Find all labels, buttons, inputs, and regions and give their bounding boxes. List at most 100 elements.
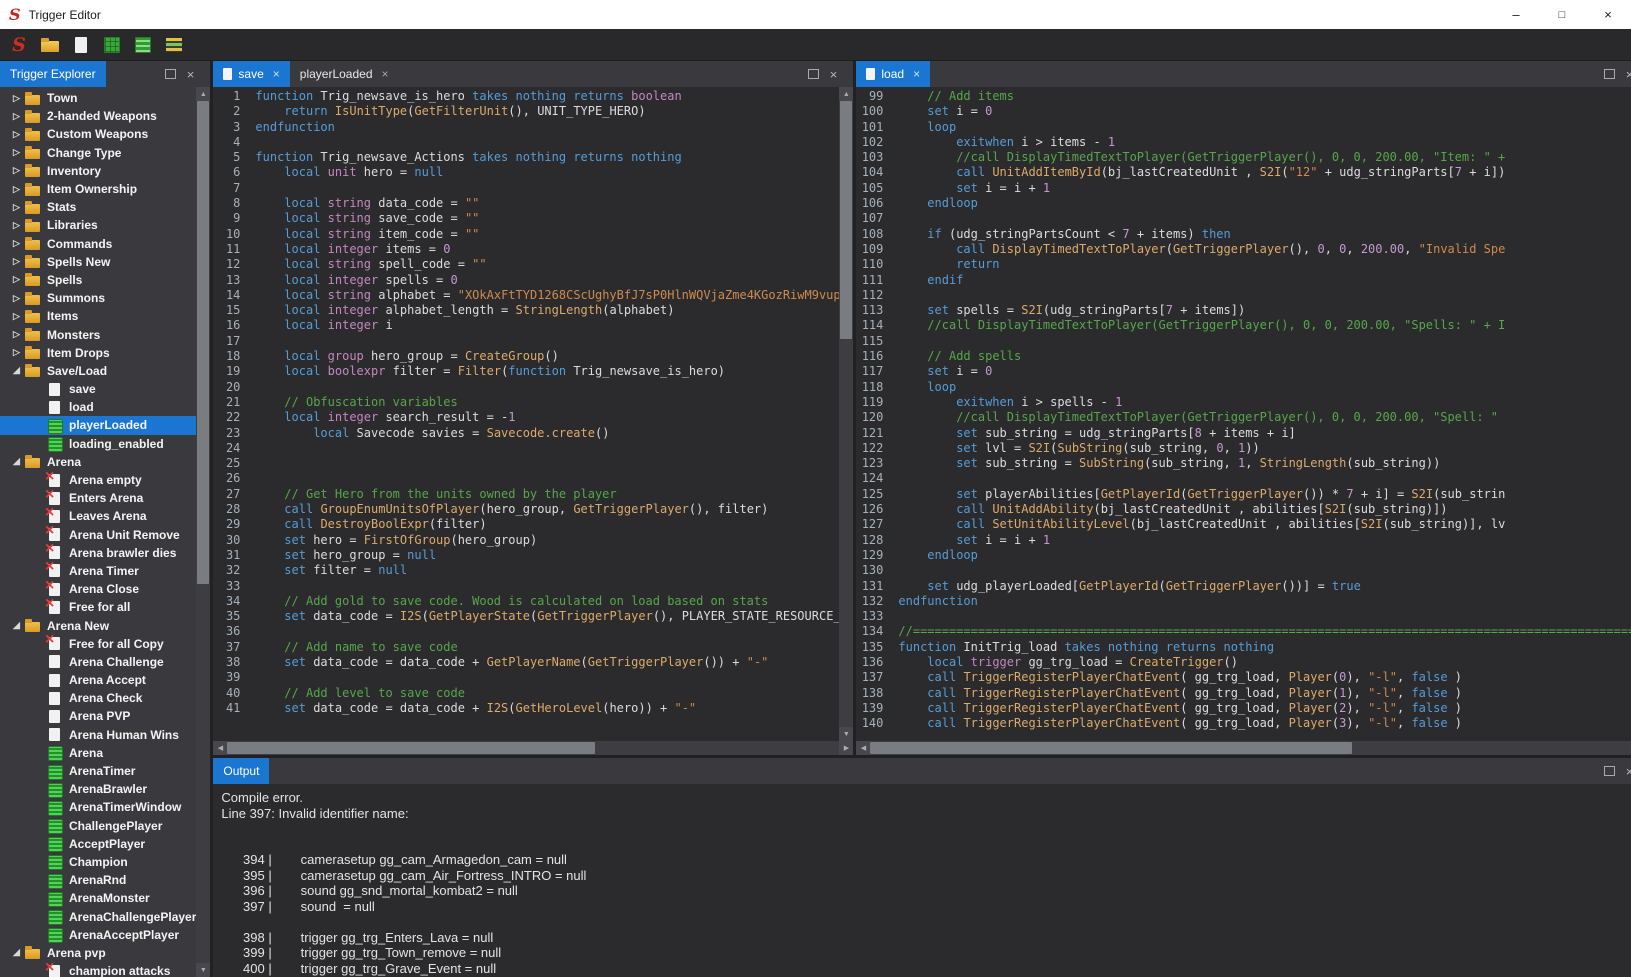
tree-item-enters-arena[interactable]: ×Enters Arena — [0, 489, 196, 507]
code-line[interactable]: 17 — [213, 334, 839, 349]
scrollbar-track[interactable] — [839, 101, 853, 727]
code-line[interactable]: 112 — [856, 288, 1631, 303]
code-line[interactable]: 2 return IsUnitType(GetFilterUnit(), UNI… — [213, 104, 839, 119]
tree-item-arena-human-wins[interactable]: Arena Human Wins — [0, 726, 196, 744]
scrollbar-thumb[interactable] — [197, 101, 209, 584]
tree-item-custom-weapons[interactable]: ▷Custom Weapons — [0, 125, 196, 143]
code-line[interactable]: 105 set i = i + 1 — [856, 181, 1631, 196]
code-line[interactable]: 133 — [856, 609, 1631, 624]
tree-item-arena-accept[interactable]: Arena Accept — [0, 671, 196, 689]
code-line[interactable]: 37 // Add name to save code — [213, 640, 839, 655]
code-line[interactable]: 26 — [213, 471, 839, 486]
code-line[interactable]: 117 set i = 0 — [856, 364, 1631, 379]
code-line[interactable]: 137 call TriggerRegisterPlayerChatEvent(… — [856, 670, 1631, 685]
tree-item-champion[interactable]: Champion — [0, 853, 196, 871]
code-line[interactable]: 115 — [856, 334, 1631, 349]
gui-trigger-icon[interactable] — [100, 33, 124, 57]
tree-item-spells-new[interactable]: ▷Spells New — [0, 253, 196, 271]
code-line[interactable]: 39 — [213, 670, 839, 685]
code-line[interactable]: 106 endloop — [856, 196, 1631, 211]
scrollbar-track[interactable] — [227, 741, 839, 755]
vertical-scrollbar[interactable]: ▲▼ — [839, 87, 853, 741]
code-line[interactable]: 99 // Add items — [856, 89, 1631, 104]
code-line[interactable]: 102 exitwhen i > items - 1 — [856, 135, 1631, 150]
code-line[interactable]: 136 local trigger gg_trg_load = CreateTr… — [856, 655, 1631, 670]
tree-item-change-type[interactable]: ▷Change Type — [0, 144, 196, 162]
expand-arrow-icon[interactable]: ▷ — [8, 238, 25, 249]
tree-item-arena-challenge[interactable]: Arena Challenge — [0, 653, 196, 671]
code-line[interactable]: 113 set spells = S2I(udg_stringParts[7 +… — [856, 303, 1631, 318]
close-button[interactable]: × — [1585, 0, 1631, 29]
code-line[interactable]: 38 set data_code = data_code + GetPlayer… — [213, 655, 839, 670]
tree-item-arena-pvp[interactable]: ◢Arena pvp — [0, 944, 196, 962]
tree-item-arena[interactable]: ◢Arena — [0, 453, 196, 471]
float-panel-icon[interactable] — [1604, 69, 1615, 79]
expand-arrow-icon[interactable]: ▷ — [8, 329, 25, 340]
code-line[interactable]: 139 call TriggerRegisterPlayerChatEvent(… — [856, 701, 1631, 716]
close-tab-icon[interactable]: × — [273, 67, 280, 81]
expand-arrow-icon[interactable]: ▷ — [8, 256, 25, 267]
code-line[interactable]: 4 — [213, 135, 839, 150]
code-line[interactable]: 15 local integer alphabet_length = Strin… — [213, 303, 839, 318]
code-line[interactable]: 5function Trig_newsave_Actions takes not… — [213, 150, 839, 165]
code-line[interactable]: 31 set hero_group = null — [213, 548, 839, 563]
code-line[interactable]: 23 local Savecode savies = Savecode.crea… — [213, 426, 839, 441]
code-line[interactable]: 111 endif — [856, 273, 1631, 288]
tree-item-stats[interactable]: ▷Stats — [0, 198, 196, 216]
close-panel-icon[interactable]: × — [1626, 765, 1631, 778]
code-line[interactable]: 110 return — [856, 257, 1631, 272]
open-folder-icon[interactable] — [38, 33, 62, 57]
scroll-right-button[interactable]: ▶ — [839, 741, 853, 755]
code-line[interactable]: 103 //call DisplayTimedTextToPlayer(GetT… — [856, 150, 1631, 165]
vertical-scrollbar[interactable]: ▲▼ — [196, 87, 210, 977]
code-line[interactable]: 104 call UnitAddItemById(bj_lastCreatedU… — [856, 165, 1631, 180]
code-line[interactable]: 25 — [213, 456, 839, 471]
tree-item-acceptplayer[interactable]: AcceptPlayer — [0, 835, 196, 853]
tree-item-arenaacceptplayer[interactable]: ArenaAcceptPlayer — [0, 926, 196, 944]
code-line[interactable]: 118 loop — [856, 380, 1631, 395]
scroll-left-button[interactable]: ◀ — [856, 741, 870, 755]
code-line[interactable]: 30 set hero = FirstOfGroup(hero_group) — [213, 533, 839, 548]
close-tab-icon[interactable]: × — [382, 67, 389, 81]
expand-arrow-icon[interactable]: ▷ — [8, 202, 25, 213]
code-line[interactable]: 1function Trig_newsave_is_hero takes not… — [213, 89, 839, 104]
scroll-down-button[interactable]: ▼ — [839, 727, 853, 741]
tree-item-champion-attacks[interactable]: ×champion attacks — [0, 962, 196, 977]
code-line[interactable]: 125 set playerAbilities[GetPlayerId(GetT… — [856, 487, 1631, 502]
code-line[interactable]: 18 local group hero_group = CreateGroup(… — [213, 349, 839, 364]
tree-item-arenamonster[interactable]: ArenaMonster — [0, 889, 196, 907]
scrollbar-thumb[interactable] — [870, 742, 1352, 754]
code-line[interactable]: 108 if (udg_stringPartsCount < 7 + items… — [856, 227, 1631, 242]
collapse-arrow-icon[interactable]: ◢ — [8, 365, 25, 376]
tree-item-loading-enabled[interactable]: loading_enabled — [0, 435, 196, 453]
tree-item-arenatimer[interactable]: ArenaTimer — [0, 762, 196, 780]
scrollbar-track[interactable] — [196, 101, 210, 963]
tree-item-arenatimerwindow[interactable]: ArenaTimerWindow — [0, 798, 196, 816]
output-tab[interactable]: Output — [213, 758, 269, 784]
code-line[interactable]: 10 local string item_code = "" — [213, 227, 839, 242]
code-line[interactable]: 128 set i = i + 1 — [856, 533, 1631, 548]
scroll-up-button[interactable]: ▲ — [196, 87, 210, 101]
code-line[interactable]: 16 local integer i — [213, 318, 839, 333]
expand-arrow-icon[interactable]: ▷ — [8, 129, 25, 140]
expand-arrow-icon[interactable]: ▷ — [8, 347, 25, 358]
output-content[interactable]: Compile error.Line 397: Invalid identifi… — [213, 784, 1631, 977]
tree-item-arena-close[interactable]: ×Arena Close — [0, 580, 196, 598]
code-line[interactable]: 140 call TriggerRegisterPlayerChatEvent(… — [856, 716, 1631, 731]
code-line[interactable]: 127 call SetUnitAbilityLevel(bj_lastCrea… — [856, 517, 1631, 532]
script-trigger-icon[interactable] — [131, 33, 155, 57]
code-line[interactable]: 41 set data_code = data_code + I2S(GetHe… — [213, 701, 839, 716]
scroll-left-button[interactable]: ◀ — [213, 741, 227, 755]
code-line[interactable]: 121 set sub_string = udg_stringParts[8 +… — [856, 426, 1631, 441]
tab-playerloaded[interactable]: playerLoaded× — [290, 61, 399, 87]
code-line[interactable]: 7 — [213, 181, 839, 196]
scrollbar-thumb[interactable] — [227, 742, 594, 754]
code-area[interactable]: 1function Trig_newsave_is_hero takes not… — [213, 87, 839, 741]
code-line[interactable]: 21 // Obfuscation variables — [213, 395, 839, 410]
code-line[interactable]: 134//===================================… — [856, 624, 1631, 639]
expand-arrow-icon[interactable]: ▷ — [8, 184, 25, 195]
tree-item-arena-timer[interactable]: ×Arena Timer — [0, 562, 196, 580]
tree-item-arena-new[interactable]: ◢Arena New — [0, 616, 196, 634]
close-panel-icon[interactable]: × — [1626, 68, 1631, 81]
tree-item-save[interactable]: save — [0, 380, 196, 398]
